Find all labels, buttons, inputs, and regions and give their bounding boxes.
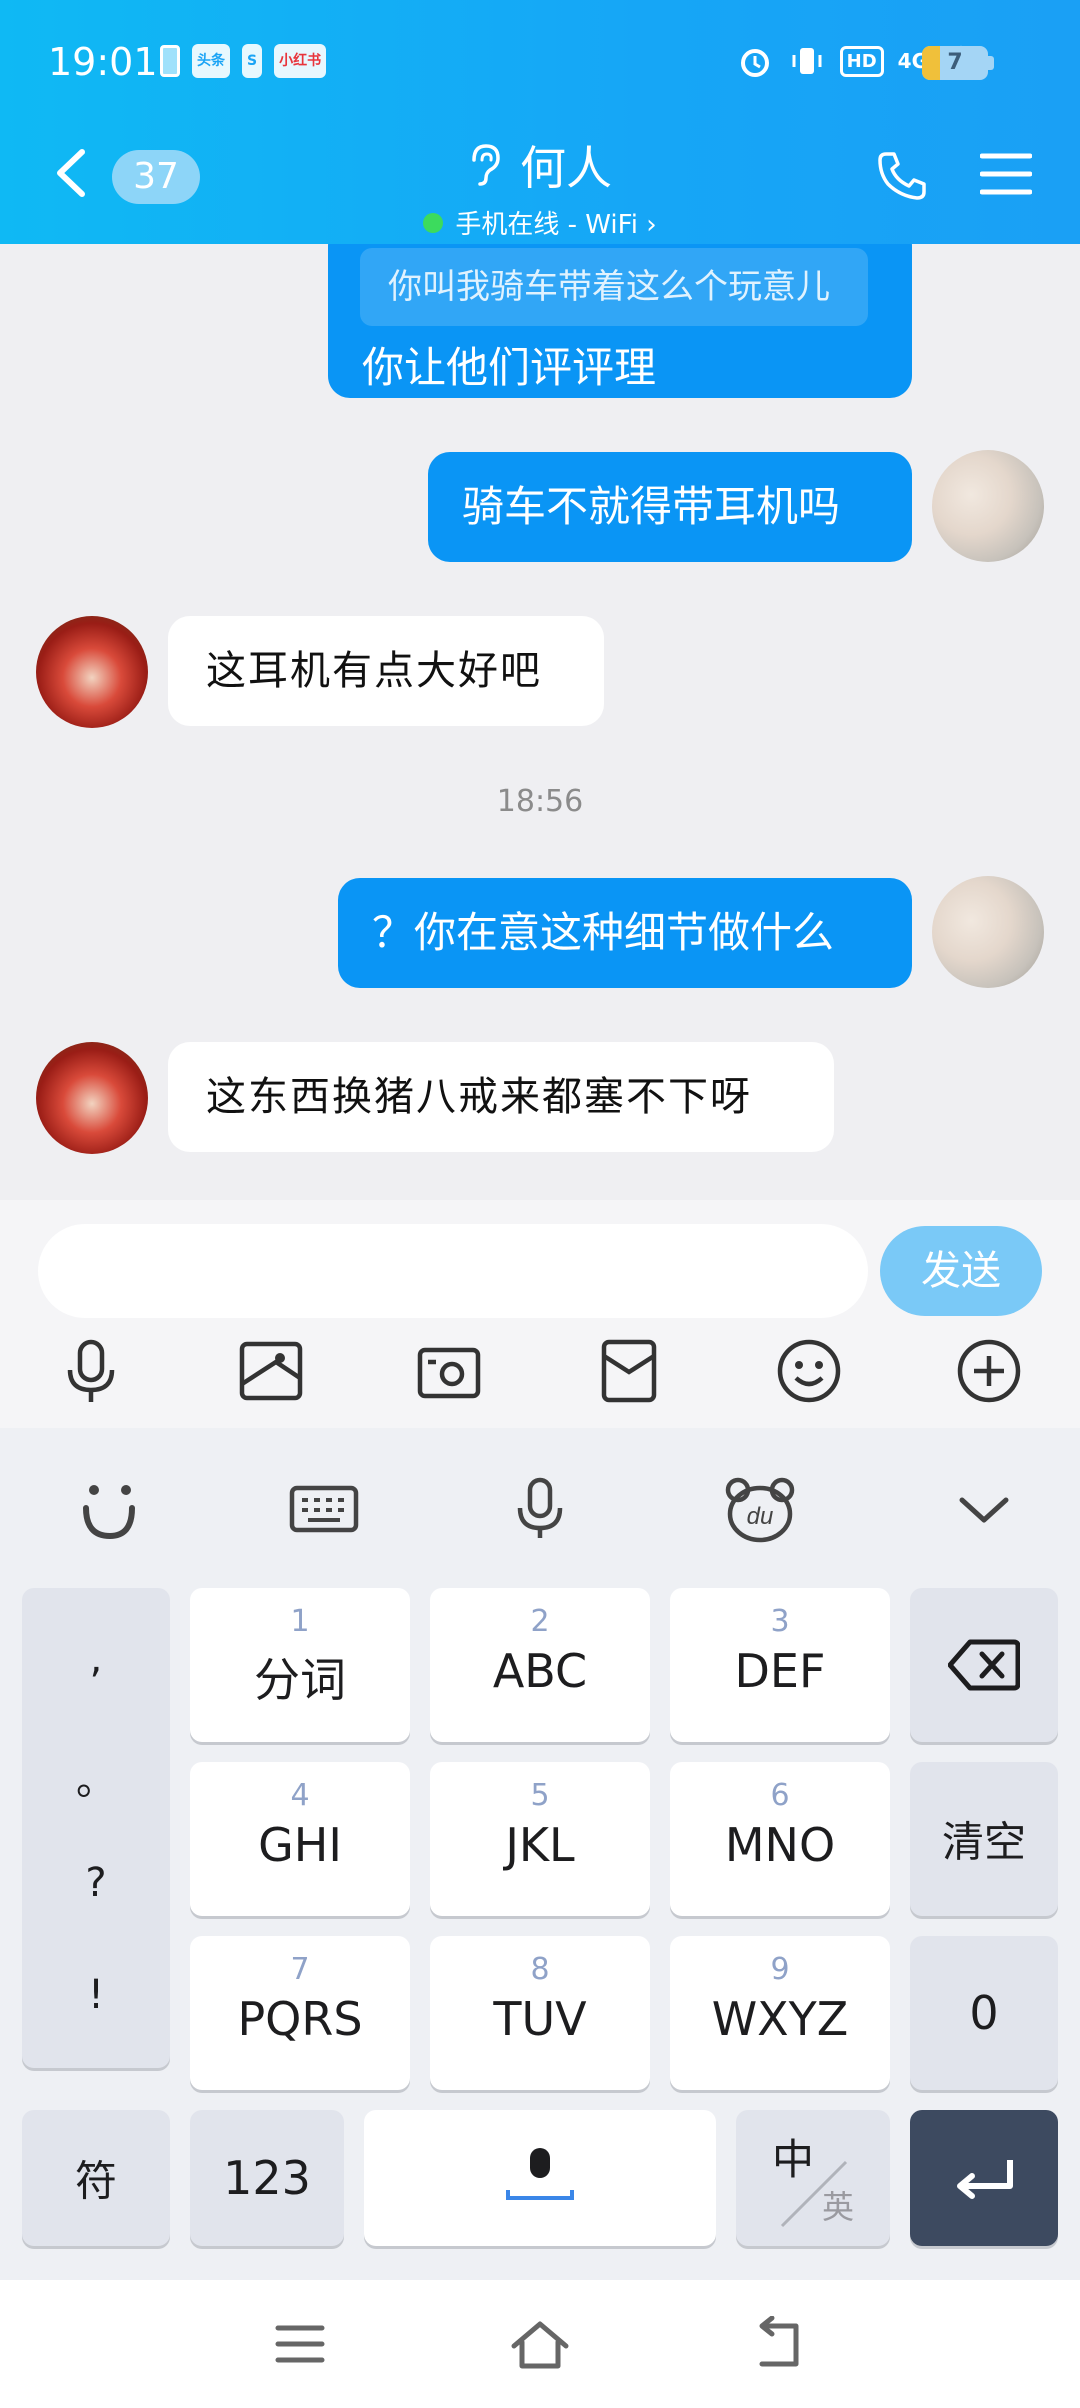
space-key[interactable]: [364, 2110, 716, 2246]
status-time: 19:01: [48, 40, 158, 84]
contact-name: 何人: [520, 141, 612, 195]
keyboard-switch-icon[interactable]: [288, 1474, 360, 1544]
s-app-icon: S: [242, 44, 263, 78]
message-input[interactable]: [38, 1224, 868, 1318]
message-bubble-sent[interactable]: 你叫我骑车带着这么个玩意儿 你让他们评评理: [328, 244, 912, 398]
hd-icon: HD: [839, 45, 884, 77]
key-6[interactable]: 6 MNO: [670, 1762, 890, 1916]
ime-logo-icon[interactable]: [72, 1474, 144, 1544]
toutiao-app-icon: 头条: [192, 44, 230, 78]
backspace-key[interactable]: [910, 1588, 1058, 1742]
online-status-dot: [423, 212, 444, 233]
message-bubble-sent[interactable]: 骑车不就得带耳机吗: [428, 452, 912, 562]
chat-header: 19:01 头条 S 小红书 HD 4G 7 37 何人 手机在线 - WiFi…: [0, 0, 1080, 244]
voice-message-icon[interactable]: [56, 1336, 126, 1406]
key-9[interactable]: 9 WXYZ: [670, 1936, 890, 2090]
clear-key[interactable]: 清空: [910, 1762, 1058, 1916]
punct-period[interactable]: 。: [22, 1748, 170, 1806]
gallery-icon[interactable]: [236, 1336, 306, 1406]
contact-avatar[interactable]: [36, 1042, 148, 1154]
input-toolbar: [0, 1336, 1080, 1416]
enter-icon: [957, 2160, 1013, 2199]
key-8[interactable]: 8 TUV: [430, 1936, 650, 2090]
online-status-text: 手机在线 - WiFi ›: [455, 210, 657, 240]
message-text: 你让他们评评理: [362, 343, 657, 392]
chat-message-list[interactable]: 你叫我骑车带着这么个玩意儿 你让他们评评理 骑车不就得带耳机吗 这耳机有点大好吧…: [0, 244, 1080, 1200]
key-5[interactable]: 5 JKL: [430, 1762, 650, 1916]
du-bear-icon[interactable]: du: [724, 1474, 796, 1544]
message-bubble-received[interactable]: 这东西换猪八戒来都塞不下呀: [168, 1042, 834, 1152]
message-input-area: 发送: [0, 1200, 1080, 1428]
message-bubble-sent[interactable]: ？你在意这种细节做什么: [338, 878, 912, 988]
punct-exclaim[interactable]: !: [22, 1972, 170, 2018]
key-2[interactable]: 2 ABC: [430, 1588, 650, 1742]
key-0[interactable]: 0: [910, 1936, 1058, 2090]
numeric-key[interactable]: 123: [190, 2110, 344, 2246]
contact-avatar[interactable]: [36, 616, 148, 728]
phone-call-icon[interactable]: [874, 148, 930, 204]
enter-key[interactable]: [910, 2110, 1058, 2246]
quoted-message: 你叫我骑车带着这么个玩意儿: [360, 248, 868, 326]
ear-icon: [472, 144, 500, 186]
space-voice-icon: [506, 2148, 574, 2200]
battery-icon: 7: [922, 46, 988, 80]
system-nav-bar: [0, 2280, 1080, 2408]
menu-icon[interactable]: [980, 152, 1032, 196]
status-bar: 19:01 头条 S 小红书 HD 4G 7: [0, 0, 1080, 130]
keyboard-toolbar: du: [0, 1428, 1080, 1588]
ime-keyboard: du , 。 ? ! 1 分词 2 ABC 3 DEF 4 GHI 5 JKL 6 MNO …: [0, 1428, 1080, 2280]
punctuation-column[interactable]: , 。 ? !: [22, 1588, 170, 2068]
xiaohongshu-app-icon: 小红书: [274, 44, 327, 78]
message-bubble-received[interactable]: 这耳机有点大好吧: [168, 616, 604, 726]
svg-text:du: du: [747, 1503, 774, 1530]
alarm-icon: [736, 42, 774, 80]
my-avatar[interactable]: [932, 450, 1044, 562]
collapse-keyboard-icon[interactable]: [948, 1474, 1020, 1544]
key-4[interactable]: 4 GHI: [190, 1762, 410, 1916]
recent-apps-icon[interactable]: [270, 2316, 330, 2372]
voice-input-icon[interactable]: [504, 1474, 576, 1544]
status-notification-icons: 头条 S 小红书: [160, 44, 327, 78]
time-divider: 18:56: [496, 784, 584, 819]
lang-switch-key[interactable]: 中 英: [736, 2110, 890, 2246]
my-avatar[interactable]: [932, 876, 1044, 988]
key-7[interactable]: 7 PQRS: [190, 1936, 410, 2090]
battery-saver-icon: [160, 45, 180, 77]
key-3[interactable]: 3 DEF: [670, 1588, 890, 1742]
home-icon[interactable]: [510, 2316, 570, 2372]
emoji-icon[interactable]: [774, 1336, 844, 1406]
key-1[interactable]: 1 分词: [190, 1588, 410, 1742]
red-packet-icon[interactable]: [594, 1336, 664, 1406]
send-button[interactable]: 发送: [880, 1226, 1042, 1316]
back-nav-icon[interactable]: [750, 2316, 810, 2372]
plus-more-icon[interactable]: [954, 1336, 1024, 1406]
backspace-icon: [948, 1639, 1020, 1691]
punct-comma[interactable]: ,: [22, 1636, 170, 1682]
punct-question[interactable]: ?: [22, 1860, 170, 1906]
camera-icon[interactable]: [414, 1336, 484, 1406]
symbol-key[interactable]: 符: [22, 2110, 170, 2246]
vibrate-icon: [788, 42, 826, 80]
